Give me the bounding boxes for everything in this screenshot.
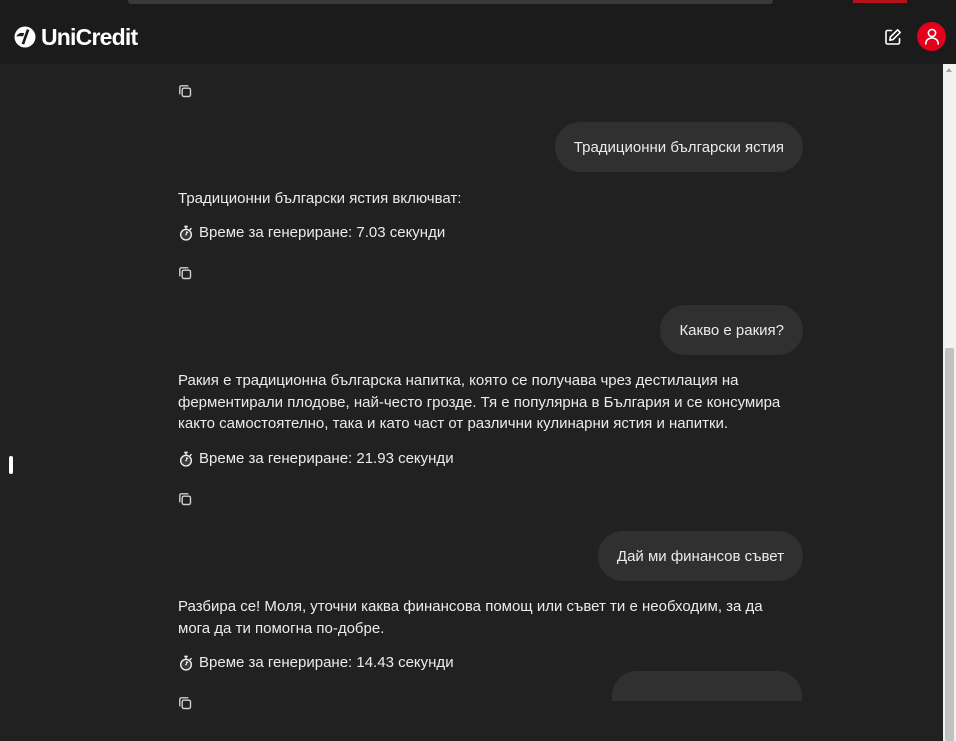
new-chat-button[interactable] <box>882 26 904 48</box>
user-message-text: Традиционни български ястия <box>573 138 784 156</box>
scrollbar-thumb[interactable] <box>945 348 954 741</box>
user-message: Традиционни български ястия <box>554 122 803 172</box>
user-message: Дай ми финансов съвет <box>597 531 803 581</box>
browser-top-strip <box>0 0 956 8</box>
scroll-up-arrow-icon[interactable] <box>946 68 952 72</box>
generation-time-text: Време за генериране: 7.03 секунди <box>199 224 446 241</box>
brand-name: UniCredit <box>41 23 138 50</box>
assistant-message: Разбира се! Моля, уточни каква финансова… <box>178 598 763 637</box>
user-message-text: Дай ми финансов съвет <box>616 547 784 565</box>
user-avatar-button[interactable] <box>917 22 946 51</box>
copy-icon[interactable] <box>177 83 193 99</box>
stopwatch-icon <box>178 655 194 671</box>
unicredit-logo-icon <box>14 26 36 48</box>
sidebar-resize-handle[interactable] <box>9 456 13 474</box>
generation-time: Време за генериране: 21.93 секунди <box>178 450 454 467</box>
user-message-partial <box>612 671 802 701</box>
user-icon <box>924 28 939 45</box>
stopwatch-icon <box>178 451 194 467</box>
address-bar[interactable] <box>128 0 773 4</box>
app-header: UniCredit <box>0 8 956 64</box>
browser-red-tab[interactable] <box>853 0 907 3</box>
assistant-message: Традиционни български ястия включват: <box>178 190 462 207</box>
generation-time-text: Време за генериране: 21.93 секунди <box>199 450 454 467</box>
chat-thread: Традиционни български ястия Традиционни … <box>0 64 943 741</box>
edit-icon <box>885 29 901 45</box>
copy-icon[interactable] <box>177 265 193 281</box>
stopwatch-icon <box>178 225 194 241</box>
copy-icon[interactable] <box>177 491 193 507</box>
generation-time: Време за генериране: 14.43 секунди <box>178 654 454 671</box>
assistant-message: Ракия е традиционна българска напитка, к… <box>178 372 781 432</box>
user-message: Какво е ракия? <box>660 305 803 355</box>
generation-time-text: Време за генериране: 14.43 секунди <box>199 654 454 671</box>
generation-time: Време за генериране: 7.03 секунди <box>178 224 445 241</box>
chat-scrollbar[interactable] <box>943 64 956 741</box>
user-message-text: Какво е ракия? <box>679 321 784 339</box>
unicredit-logo[interactable]: UniCredit <box>13 23 138 51</box>
copy-icon[interactable] <box>177 695 193 711</box>
